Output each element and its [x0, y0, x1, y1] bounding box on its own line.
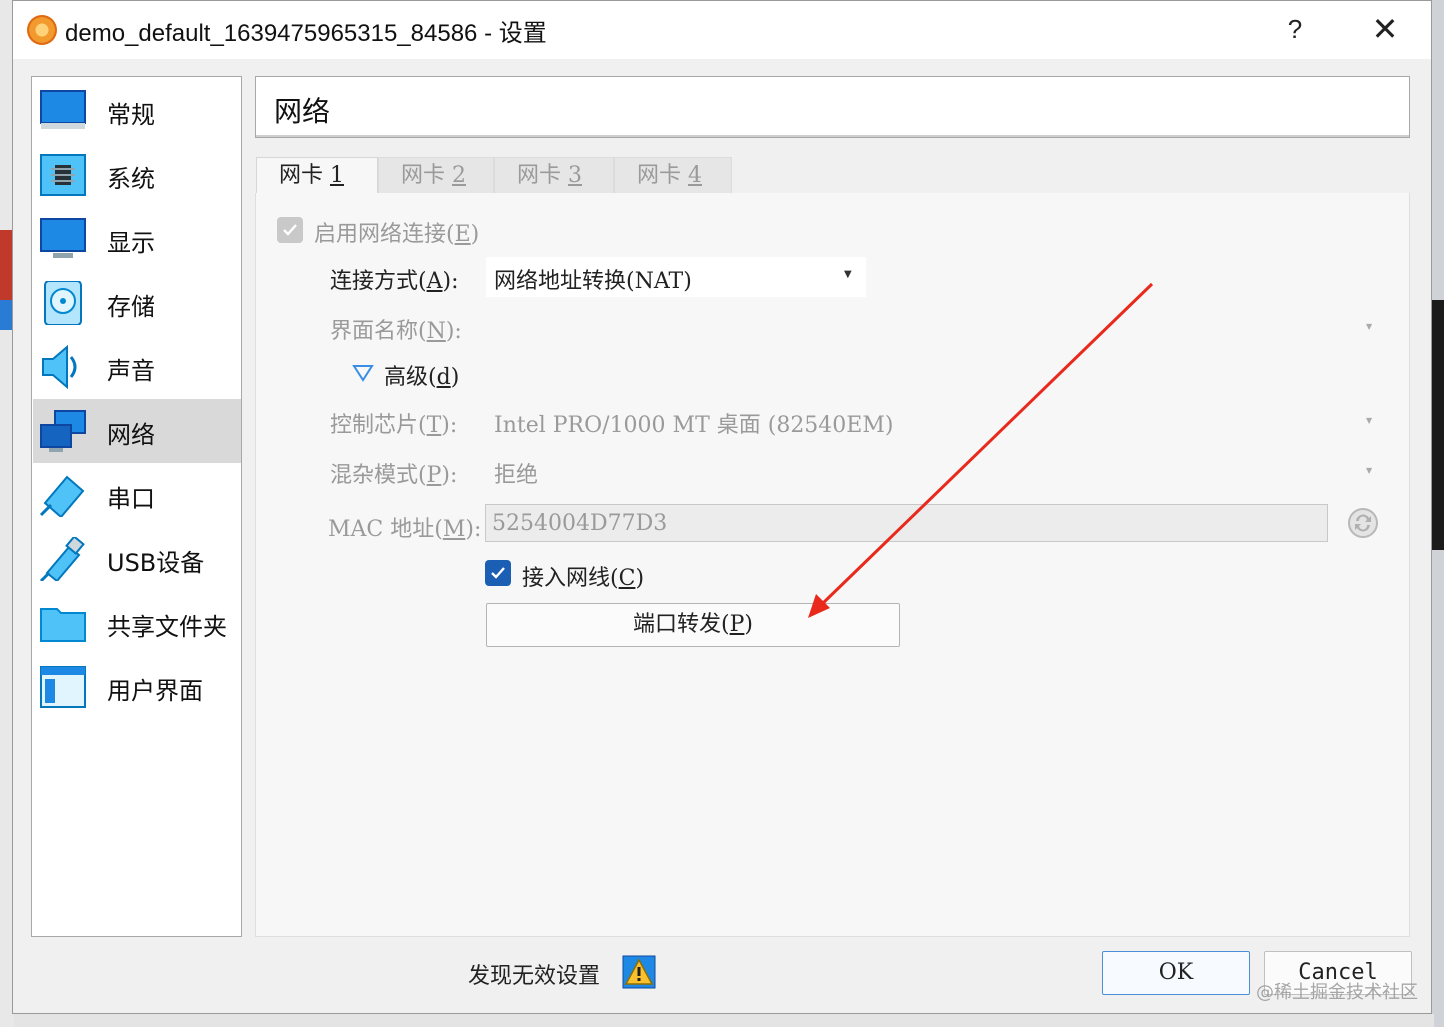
- attached-to-label: 连接方式(A):: [330, 269, 459, 294]
- chip-icon: [40, 154, 86, 196]
- background-app-strip-right: [1432, 300, 1444, 550]
- sidebar-item-general[interactable]: 常规: [33, 79, 241, 143]
- cable-connected-checkbox[interactable]: [485, 560, 511, 586]
- window-title: demo_default_1639475965315_84586 - 设置: [65, 20, 547, 47]
- serial-port-icon: [39, 475, 85, 517]
- sidebar-item-shared-folders[interactable]: 共享文件夹: [33, 591, 241, 655]
- help-button[interactable]: ?: [1275, 9, 1315, 49]
- sidebar-item-label: 声音: [107, 357, 155, 385]
- folder-icon: [40, 608, 86, 642]
- expand-triangle-icon[interactable]: [352, 364, 374, 382]
- refresh-mac-icon[interactable]: [1346, 506, 1380, 540]
- tab-adapter-4[interactable]: 网卡 4: [614, 157, 732, 194]
- tab-adapter-2[interactable]: 网卡 2: [378, 157, 494, 194]
- disk-icon: [44, 281, 82, 325]
- settings-sidebar: 常规 系统 显示 存储 声音 网络 串口 USB设备 共享文件夹 用户界面: [31, 76, 242, 937]
- usb-icon: [39, 537, 85, 581]
- sidebar-item-storage[interactable]: 存储: [33, 271, 241, 335]
- sidebar-item-network[interactable]: 网络: [33, 399, 241, 463]
- monitor-icon: [40, 90, 86, 129]
- sidebar-item-label: 系统: [107, 165, 155, 193]
- network-icon: [40, 410, 86, 452]
- advanced-toggle[interactable]: 高级(d): [384, 359, 459, 391]
- invalid-settings-text: 发现无效设置: [468, 964, 601, 989]
- tab-adapter-1[interactable]: 网卡 1: [256, 157, 378, 194]
- background-app-strip-bottom: [14, 1014, 1434, 1027]
- mac-address-field[interactable]: 5254004D77D3: [485, 504, 1328, 542]
- dropdown-arrow-icon[interactable]: ▼: [1366, 416, 1372, 425]
- sidebar-item-label: 共享文件夹: [107, 613, 227, 641]
- sidebar-item-user-interface[interactable]: 用户界面: [33, 655, 241, 719]
- adapter-type-label: 控制芯片(T):: [330, 413, 458, 438]
- dropdown-arrow-icon: ▼: [844, 269, 852, 280]
- attached-to-value: 网络地址转换(NAT): [494, 269, 692, 294]
- display-icon: [40, 218, 86, 258]
- close-button[interactable]: ✕: [1363, 9, 1407, 49]
- sidebar-item-label: 常规: [107, 101, 155, 129]
- page-header: 网络: [255, 76, 1410, 138]
- sidebar-item-label: 串口: [107, 485, 155, 513]
- enable-network-label: 启用网络连接(E): [314, 222, 480, 247]
- sidebar-item-display[interactable]: 显示: [33, 207, 241, 271]
- sidebar-item-system[interactable]: 系统: [33, 143, 241, 207]
- sidebar-item-serial[interactable]: 串口: [33, 463, 241, 527]
- speaker-icon: [42, 345, 77, 389]
- warning-icon[interactable]: [622, 955, 656, 989]
- adapter-tab-panel: [255, 193, 1410, 937]
- title-bar[interactable]: demo_default_1639475965315_84586 - 设置 ? …: [13, 1, 1431, 59]
- sidebar-item-label: 用户界面: [107, 677, 203, 705]
- dropdown-arrow-icon[interactable]: ▼: [1366, 466, 1372, 475]
- cable-connected-label: 接入网线(C): [522, 566, 645, 591]
- promiscuous-mode-label: 混杂模式(P):: [330, 463, 458, 488]
- mac-address-label: MAC 地址(M):: [328, 517, 482, 542]
- sidebar-item-audio[interactable]: 声音: [33, 335, 241, 399]
- ok-button[interactable]: OK: [1102, 951, 1250, 995]
- promiscuous-mode-value[interactable]: 拒绝: [494, 457, 538, 489]
- page-title: 网络: [274, 95, 331, 128]
- mac-address-value: 5254004D77D3: [492, 511, 668, 536]
- attached-to-select[interactable]: 网络地址转换(NAT) ▼: [486, 257, 866, 297]
- adapter-type-value[interactable]: Intel PRO/1000 MT 桌面 (82540EM): [494, 407, 893, 439]
- port-forwarding-button[interactable]: 端口转发(P): [486, 603, 900, 647]
- enable-network-checkbox[interactable]: [277, 217, 303, 243]
- sidebar-item-label: USB设备: [107, 549, 205, 577]
- sidebar-item-label: 网络: [107, 421, 155, 449]
- sidebar-item-label: 显示: [107, 229, 155, 257]
- sidebar-item-label: 存储: [107, 293, 155, 321]
- virtualbox-icon: [27, 15, 57, 45]
- dropdown-arrow-icon[interactable]: ▼: [1366, 322, 1372, 331]
- window-icon: [40, 666, 86, 708]
- tab-adapter-3[interactable]: 网卡 3: [494, 157, 614, 194]
- watermark: @稀土掘金技术社区: [1256, 982, 1418, 1003]
- sidebar-item-usb[interactable]: USB设备: [33, 527, 241, 591]
- interface-name-label: 界面名称(N):: [330, 319, 462, 344]
